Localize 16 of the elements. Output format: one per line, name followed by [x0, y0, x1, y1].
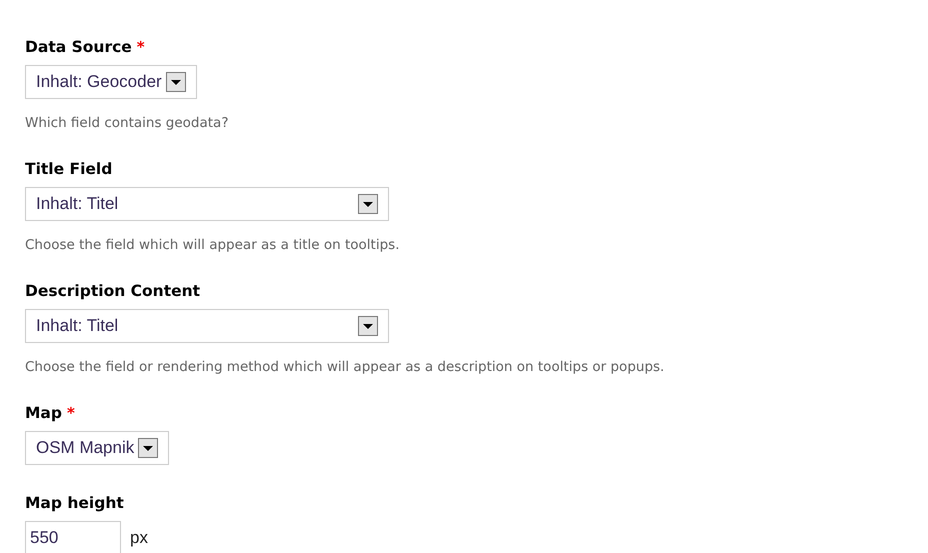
field-description: Choose the field or rendering method which will appear as a description on tooltips or popups. — [25, 359, 666, 375]
unit-label: px — [130, 528, 148, 548]
dropdown[interactable]: Inhalt: Titel — [25, 187, 389, 221]
field-label: Title Field — [25, 160, 112, 178]
dropdown[interactable]: OSM Mapnik — [25, 431, 170, 465]
field-label: Map height — [25, 494, 124, 512]
field-label: Data Source — [25, 38, 132, 56]
required-marker: * — [66, 404, 75, 422]
input-field[interactable]: 550 — [25, 521, 121, 553]
dropdown[interactable]: Inhalt: Titel — [25, 309, 389, 343]
field-description: Which field contains geodata? — [25, 115, 230, 131]
field-label: Description Content — [25, 282, 200, 300]
field-description: Choose the field which will appear as a title on tooltips. — [25, 237, 400, 253]
dropdown[interactable]: Inhalt: Geocoder — [25, 65, 197, 99]
field-label: Map — [25, 404, 62, 422]
required-marker: * — [136, 38, 145, 56]
